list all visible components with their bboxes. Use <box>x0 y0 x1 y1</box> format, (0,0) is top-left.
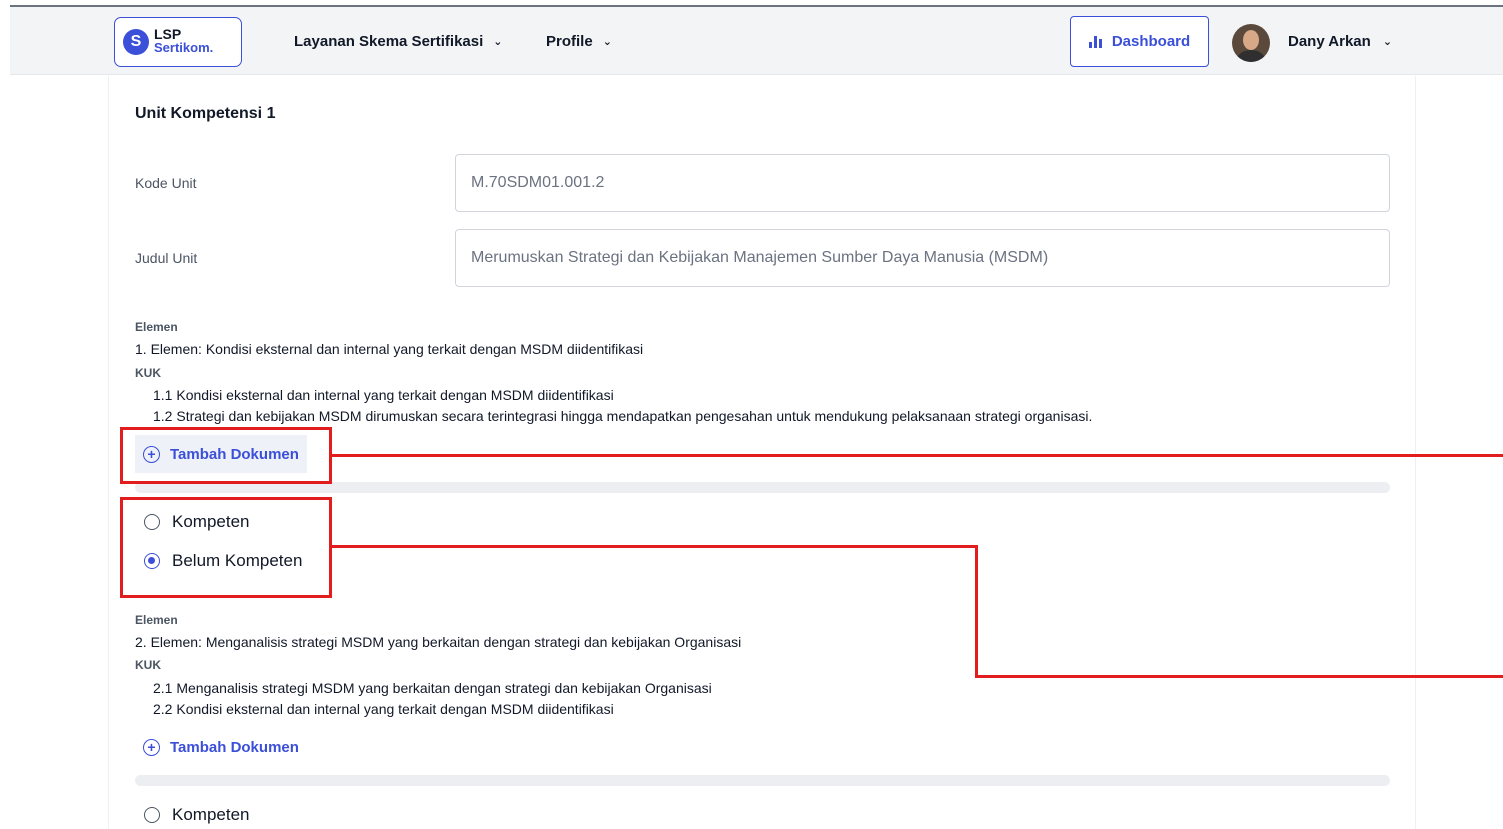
unit-title: Unit Kompetensi 1 <box>135 105 276 122</box>
annotation-line <box>332 545 978 548</box>
tambah-dokumen-label: Tambah Dokumen <box>170 738 299 756</box>
kuk-item: 1.2 Strategi dan kebijakan MSDM dirumusk… <box>153 408 1093 424</box>
elemen-text: 1. Elemen: Kondisi eksternal dan interna… <box>135 341 644 357</box>
avatar[interactable] <box>1232 24 1270 62</box>
tambah-dokumen-button[interactable]: + Tambah Dokumen <box>135 728 307 766</box>
chevron-down-icon: ⌄ <box>602 36 612 48</box>
judul-unit-field[interactable]: Merumuskan Strategi dan Kebijakan Manaje… <box>455 229 1390 287</box>
annotation-line <box>975 675 1503 678</box>
user-menu[interactable]: Dany Arkan ⌄ <box>1288 33 1392 50</box>
nav-layanan-skema-sertifikasi[interactable]: Layanan Skema Sertifikasi ⌄ <box>294 33 502 50</box>
annotation-line <box>975 545 978 678</box>
logo-text-top: LSP <box>154 26 182 42</box>
bar-chart-icon <box>1088 35 1102 48</box>
logo-mark-icon: S <box>123 29 149 55</box>
annotation-box-radio-group <box>120 497 332 598</box>
annotation-line <box>332 454 1503 457</box>
chevron-down-icon: ⌄ <box>493 36 503 48</box>
radio-kompeten[interactable]: Kompeten <box>144 805 250 825</box>
radio-kompeten-label: Kompeten <box>172 805 250 824</box>
kuk-item: 2.2 Kondisi eksternal dan internal yang … <box>153 701 614 717</box>
kuk-heading: KUK <box>135 658 161 672</box>
judul-unit-label: Judul Unit <box>135 250 198 266</box>
kode-unit-field[interactable]: M.70SDM01.001.2 <box>455 154 1390 212</box>
kuk-heading: KUK <box>135 366 161 380</box>
document-upload-bar <box>135 775 1390 786</box>
radio-unchecked-icon <box>144 807 160 823</box>
plus-circle-icon: + <box>143 738 160 756</box>
kuk-item: 2.1 Menganalisis strategi MSDM yang berk… <box>153 680 712 696</box>
kode-unit-label: Kode Unit <box>135 175 197 191</box>
top-navbar: S LSP Sertikom. Layanan Skema Sertifikas… <box>10 5 1503 75</box>
dashboard-label: Dashboard <box>1111 33 1191 50</box>
elemen-heading: Elemen <box>135 613 178 627</box>
elemen-text: 2. Elemen: Menganalisis strategi MSDM ya… <box>135 634 742 650</box>
logo-text-bottom: Sertikom. <box>154 40 214 55</box>
user-name: Dany Arkan <box>1288 33 1371 50</box>
elemen-heading: Elemen <box>135 320 178 334</box>
dashboard-button[interactable]: Dashboard <box>1070 16 1209 67</box>
lsp-sertikom-logo[interactable]: S LSP Sertikom. <box>114 17 242 67</box>
nav-layanan-label: Layanan Skema Sertifikasi <box>294 33 484 50</box>
kuk-item: 1.1 Kondisi eksternal dan internal yang … <box>153 387 614 403</box>
chevron-down-icon: ⌄ <box>1382 36 1393 48</box>
nav-profile-label: Profile <box>546 33 593 50</box>
nav-profile[interactable]: Profile ⌄ <box>546 33 612 50</box>
annotation-box-tambah-dokumen <box>120 427 332 484</box>
